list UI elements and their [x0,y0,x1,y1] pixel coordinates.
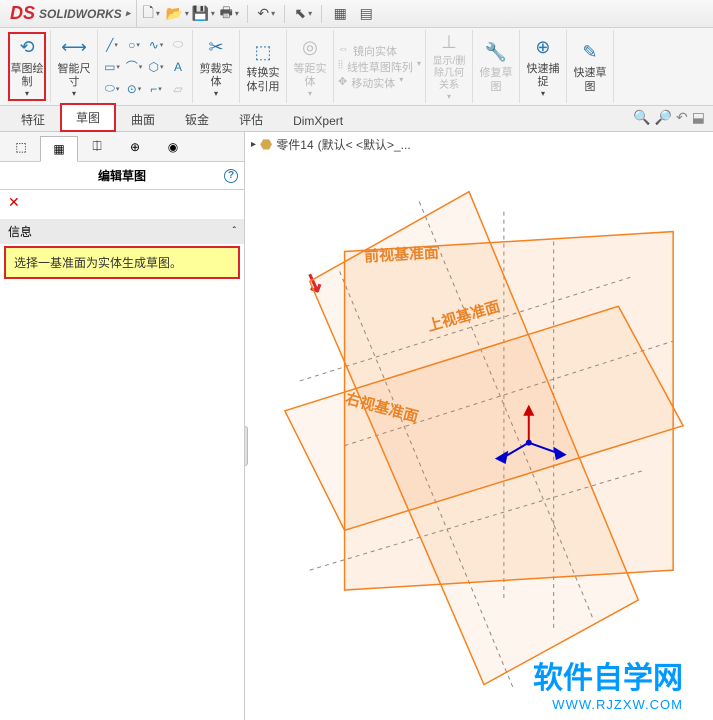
zoom-fit-icon[interactable]: 🔍 [633,109,650,126]
relations-icon: ⊥ [441,32,457,54]
3d-viewport[interactable]: ▸ ⬣ 零件14 (默认< <默认>_... ↘ 上视基准面 右视基准面 [245,132,713,720]
arc-button[interactable]: ⌒ [124,57,144,77]
sketch-icon: ⟲ [19,35,34,61]
prev-view-icon[interactable]: ↶ [676,109,688,126]
zoom-area-icon[interactable]: 🔎 [655,109,672,126]
circle-button[interactable]: ○ [124,35,144,55]
section-view-icon[interactable]: ⬓ [692,109,705,126]
category-tabs: 特征 草图 曲面 钣金 评估 DimXpert 🔍 🔎 ↶ ⬓ [0,106,713,132]
point-button[interactable]: ⊙ [124,79,144,99]
tab-evaluate[interactable]: 评估 [224,106,278,132]
save-button[interactable]: 💾 [191,2,215,26]
convert-icon: ⬚ [254,39,271,65]
rebuild-button[interactable]: ▦ [328,2,352,26]
offset-icon: ◎ [302,35,318,61]
print-button[interactable]: 🖶 [217,2,241,26]
open-file-button[interactable]: 📂 [165,2,189,26]
tab-dimxpert[interactable]: DimXpert [278,109,358,132]
ellipse-button[interactable]: ⬭ [168,35,188,55]
feature-tree-tab[interactable]: ⬚ [2,134,40,160]
property-icon: ▦ [53,142,64,156]
ribbon-toolbar: ⟲ 草图绘制 ▾ ⟷ 智能尺寸 ▾ ╱ ○ ∿ ⬭ ▭ ⌒ ⬡ A ⬭ ⊙ ⌐ … [0,28,713,106]
display-relations-button: ⊥ 显示/删除几何关系 ▾ [430,32,468,102]
text-button[interactable]: A [168,57,188,77]
convert-entities-button[interactable]: ⬚ 转换实体引用 [244,32,282,101]
move-icon: ✥ [338,75,347,91]
offset-button: ◎ 等距实体 ▾ [291,32,329,101]
chevron-up-icon: ˆ [233,226,236,237]
quick-snap-button[interactable]: ⊕ 快速捕捉 ▾ [524,32,562,101]
config-icon: ⎅ [92,139,102,154]
spline-button[interactable]: ∿ [146,35,166,55]
pattern-icon: ⦙⦙ [338,59,343,75]
undo-button[interactable]: ↶ [254,2,278,26]
tab-sheetmetal[interactable]: 钣金 [170,106,224,132]
sketch-button[interactable]: ⟲ 草图绘制 ▾ [8,32,46,101]
rapid-sketch-button[interactable]: ✎ 快速草图 [571,32,609,101]
dimension-icon: ⟷ [61,35,87,61]
repair-sketch-button: 🔧 修复草图 [477,32,515,101]
info-message-box: 选择一基准面为实体生成草图。 [4,246,240,279]
repair-icon: 🔧 [485,39,507,65]
trim-icon: ✂ [208,35,223,61]
info-header[interactable]: 信息 ˆ [0,219,244,244]
tab-sketch[interactable]: 草图 [60,103,116,132]
app-name: SOLIDWORKS [39,7,122,21]
slot-button[interactable]: ⬭ [102,79,122,99]
target-icon: ⊕ [130,140,140,154]
reference-planes: 上视基准面 右视基准面 前视基准面 [245,132,713,719]
cube-icon: ⬚ [15,140,26,154]
fillet-button[interactable]: ⌐ [146,79,166,99]
help-icon[interactable]: ? [224,169,238,183]
cancel-button[interactable]: ✕ [0,190,244,215]
mirror-icon: ⇔ [338,43,349,59]
feature-manager-panel: ⬚ ▦ ⎅ ⊕ ◉ 编辑草图 ? ✕ 信息 ˆ 选择一基准面为实体生成草图。 [0,132,245,720]
config-mgr-tab[interactable]: ⎅ [78,134,116,160]
tab-surface[interactable]: 曲面 [116,106,170,132]
ds-logo-icon: DS [10,3,35,24]
panel-title-bar: 编辑草图 ? [0,162,244,190]
rect-button[interactable]: ▭ [102,57,122,77]
snap-icon: ⊕ [535,35,550,61]
line-button[interactable]: ╱ [102,35,122,55]
display-mgr-tab[interactable]: ◉ [154,134,192,160]
watermark: 软件自学网 WWW.RJZXW.COM [533,653,683,712]
tab-features[interactable]: 特征 [6,106,60,132]
display-icon: ◉ [168,140,178,154]
property-mgr-tab[interactable]: ▦ [40,136,78,162]
polygon-button[interactable]: ⬡ [146,57,166,77]
smart-dimension-button[interactable]: ⟷ 智能尺寸 ▾ [55,32,93,101]
select-button[interactable]: ⬉ [291,2,315,26]
trim-button[interactable]: ✂ 剪裁实体 ▾ [197,32,235,101]
rapid-icon: ✎ [582,39,597,65]
options-button[interactable]: ▤ [354,2,378,26]
new-file-button[interactable]: 🗋 [139,2,163,26]
dimxpert-mgr-tab[interactable]: ⊕ [116,134,154,160]
title-bar: DS SOLIDWORKS ▸ 🗋 📂 💾 🖶 ↶ ⬉ ▦ ▤ [0,0,713,28]
plane-button[interactable]: ▱ [168,79,188,99]
app-logo: DS SOLIDWORKS ▸ [4,0,137,27]
